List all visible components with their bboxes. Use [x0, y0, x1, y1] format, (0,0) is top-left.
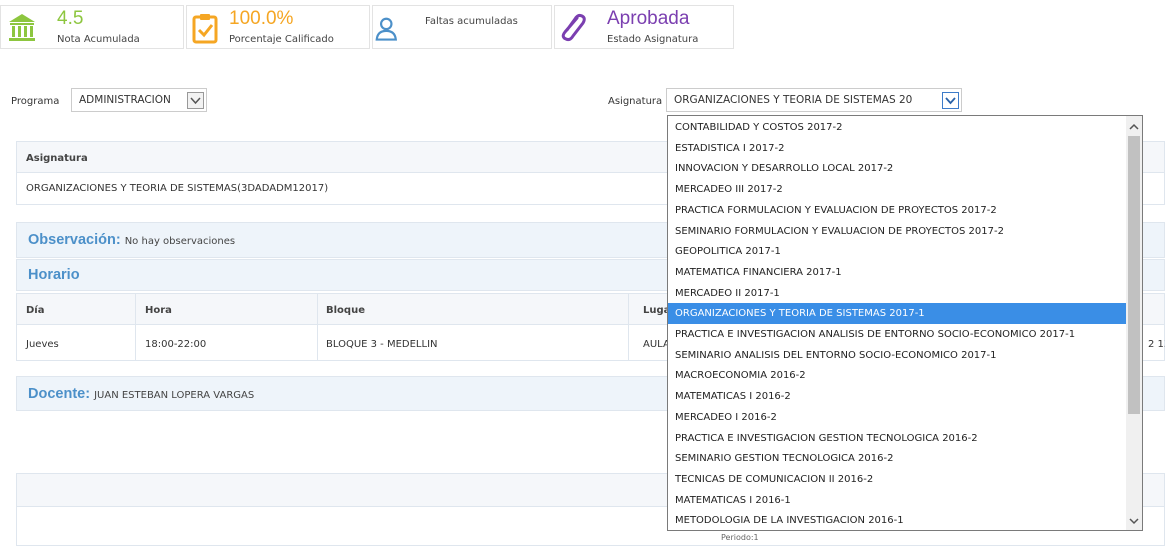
subject-header: Asignatura: [26, 153, 88, 164]
schedule-title: Horario: [28, 267, 80, 283]
dropdown-option[interactable]: SEMINARIO FORMULACION Y EVALUACION DE PR…: [668, 221, 1126, 242]
asignatura-dropdown-list[interactable]: CONTABILIDAD Y COSTOS 2017-2 ESTADISTICA …: [667, 115, 1143, 531]
dropdown-option[interactable]: MACROECONOMIA 2016-2: [668, 365, 1126, 386]
dropdown-option[interactable]: MATEMATICAS I 2016-2: [668, 386, 1126, 407]
cell-dia: Jueves: [26, 339, 59, 350]
dropdown-option[interactable]: TECNICAS DE COMUNICACION II 2016-2: [668, 469, 1126, 490]
cell-extra: 2 13: [1148, 339, 1165, 350]
dropdown-option[interactable]: INNOVACION Y DESARROLLO LOCAL 2017-2: [668, 158, 1126, 179]
grade-value: 4.5: [57, 8, 84, 29]
percent-label: Porcentaje Calificado: [229, 34, 334, 45]
absences-label: Faltas acumuladas: [425, 16, 518, 27]
asignatura-value: ORGANIZACIONES Y TEORIA DE SISTEMAS 20: [674, 94, 913, 106]
dropdown-option[interactable]: SEMINARIO ANALISIS DEL ENTORNO SOCIO-ECO…: [668, 345, 1126, 366]
dropdown-scrollbar[interactable]: [1126, 116, 1142, 530]
subject-name: ORGANIZACIONES Y TEORIA DE SISTEMAS(3DAD…: [26, 183, 329, 194]
cell-lugar: AULA: [643, 339, 670, 350]
scroll-down-icon[interactable]: [1129, 516, 1139, 526]
percent-card: 100.0% Porcentaje Calificado: [186, 5, 370, 49]
cell-bloque: BLOQUE 3 - MEDELLIN: [326, 339, 438, 350]
status-label: Estado Asignatura: [607, 34, 699, 45]
dropdown-option[interactable]: PRACTICA FORMULACION Y EVALUACION DE PRO…: [668, 200, 1126, 221]
observation-text: No hay observaciones: [124, 236, 236, 247]
clipboard-check-icon: [192, 14, 218, 44]
dropdown-option[interactable]: PRACTICA E INVESTIGACION ANALISIS DE ENT…: [668, 324, 1126, 345]
asignatura-select[interactable]: ORGANIZACIONES Y TEORIA DE SISTEMAS 20: [666, 88, 962, 112]
percent-value: 100.0%: [229, 8, 294, 29]
column-hora: Hora: [145, 305, 172, 316]
dropdown-option[interactable]: GEOPOLITICA 2017-1: [668, 241, 1126, 262]
column-dia: Día: [26, 305, 45, 316]
column-bloque: Bloque: [326, 305, 365, 316]
bank-icon: [9, 14, 35, 41]
dropdown-option[interactable]: SEMINARIO GESTION TECNOLOGICA 2016-2: [668, 448, 1126, 469]
dropdown-option[interactable]: ESTADISTICA I 2017-2: [668, 138, 1126, 159]
dropdown-option[interactable]: MERCADEO II 2017-1: [668, 283, 1126, 304]
teacher-title: Docente: JUAN ESTEBAN LOPERA VARGAS: [28, 386, 255, 402]
grade-card: 4.5 Nota Acumulada: [0, 5, 184, 49]
teacher-name: JUAN ESTEBAN LOPERA VARGAS: [94, 390, 255, 401]
programa-value: ADMINISTRACIÓN: [79, 94, 171, 106]
periodo-label: Periodo:1: [721, 533, 759, 542]
dropdown-option[interactable]: METODOLOGIA DE LA INVESTIGACION 2016-1: [668, 510, 1126, 530]
scrollbar-thumb[interactable]: [1128, 136, 1140, 414]
status-card: Aprobada Estado Asignatura: [554, 5, 734, 49]
dropdown-option[interactable]: ORGANIZACIONES Y TEORIA DE SISTEMAS 2017…: [668, 303, 1126, 325]
dropdown-option[interactable]: CONTABILIDAD Y COSTOS 2017-2: [668, 117, 1126, 138]
dropdown-option[interactable]: PRACTICA E INVESTIGACION GESTION TECNOLO…: [668, 428, 1126, 449]
dropdown-option[interactable]: MERCADEO I 2016-2: [668, 407, 1126, 428]
observation-title: Observación: No hay observaciones: [28, 232, 236, 248]
user-icon: [375, 17, 397, 41]
programa-label: Programa: [11, 96, 60, 107]
status-value: Aprobada: [607, 8, 690, 29]
paperclip-icon: [561, 13, 586, 42]
absences-card: Faltas acumuladas: [372, 5, 552, 49]
programa-select[interactable]: ADMINISTRACIÓN: [71, 88, 207, 112]
dropdown-option[interactable]: MATEMATICA FINANCIERA 2017-1: [668, 262, 1126, 283]
grade-label: Nota Acumulada: [57, 34, 140, 45]
chevron-down-icon[interactable]: [187, 92, 204, 109]
dropdown-option[interactable]: MERCADEO III 2017-2: [668, 179, 1126, 200]
chevron-down-icon[interactable]: [942, 92, 959, 109]
scroll-up-icon[interactable]: [1129, 122, 1139, 132]
asignatura-label: Asignatura: [608, 96, 663, 107]
dropdown-option[interactable]: MATEMATICAS I 2016-1: [668, 490, 1126, 511]
cell-hora: 18:00-22:00: [145, 339, 207, 350]
